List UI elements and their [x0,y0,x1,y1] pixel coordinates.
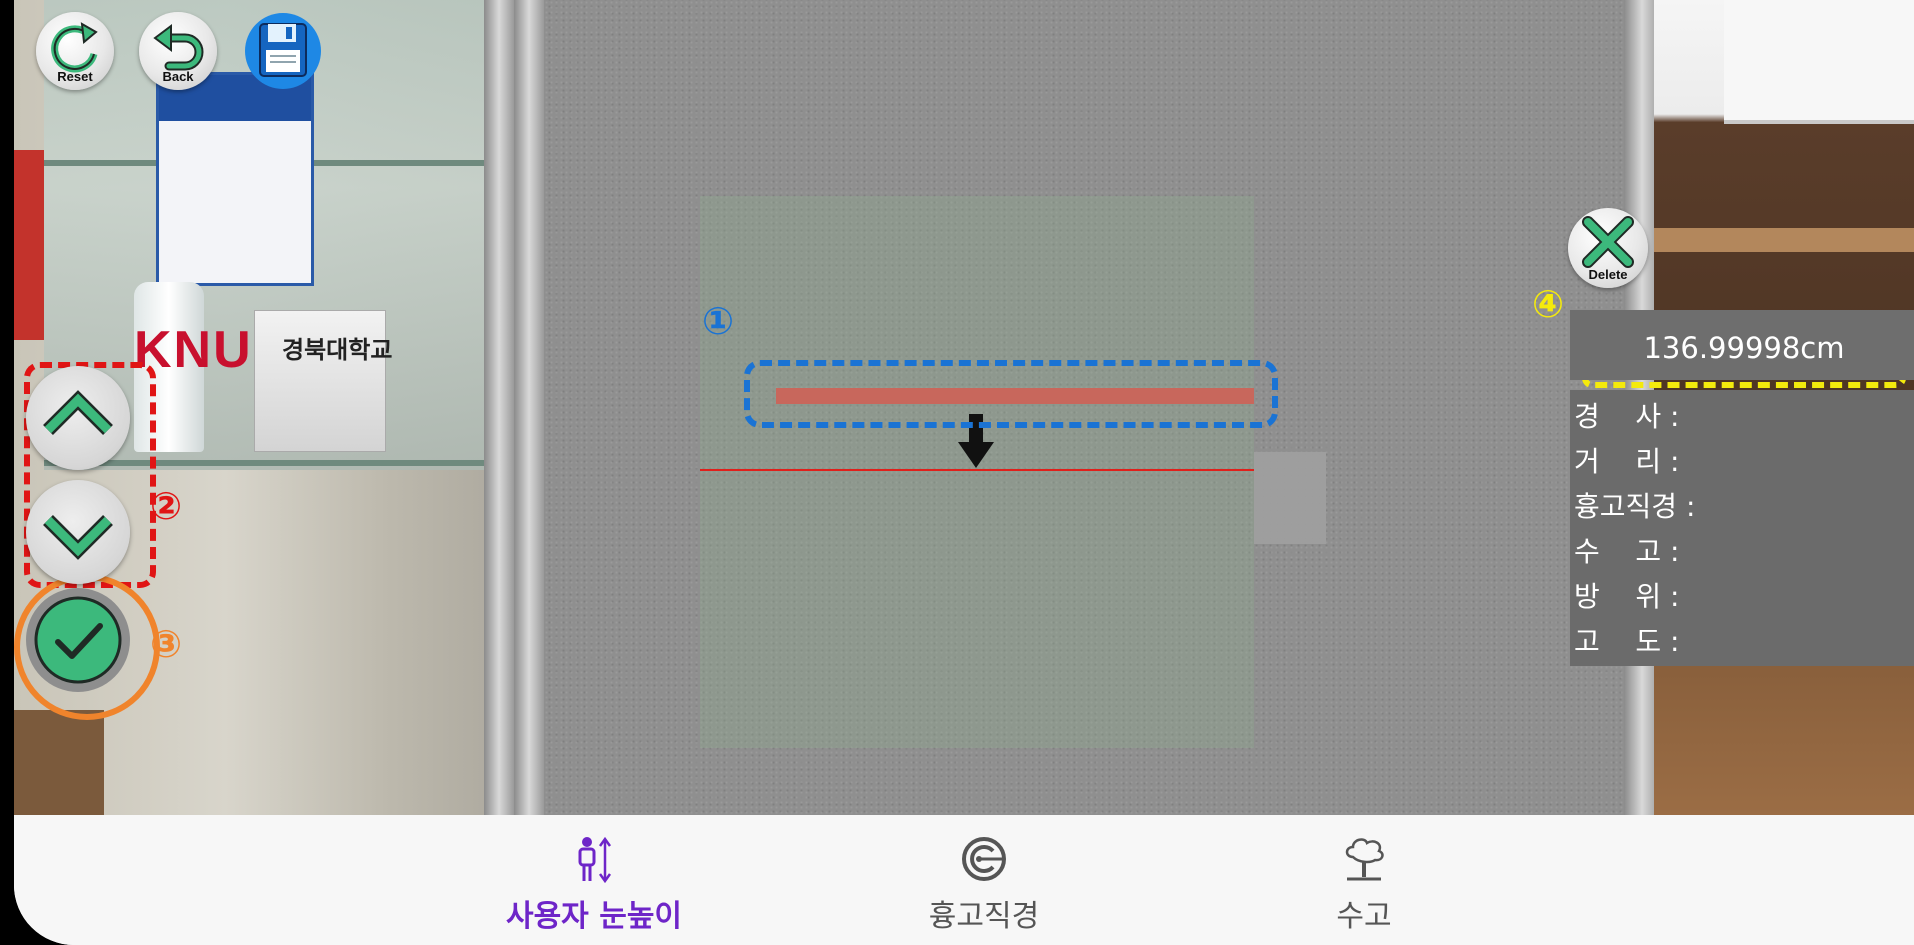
nav-label-tree-height: 수고 [1336,899,1392,934]
reference-line [700,469,1254,471]
info-row-dbh: 흉고직경 : [1574,490,1696,523]
annotation-marker-4: ④ [1532,282,1565,326]
move-down-button[interactable] [26,480,130,584]
bottom-navigation: 사용자 눈높이 흉고직경 수고 [14,815,1914,945]
chevron-down-icon [43,515,113,560]
delete-button[interactable]: Delete [1568,208,1648,288]
chevron-up-icon [43,390,113,435]
back-label: Back [162,69,194,84]
confirm-button[interactable] [26,588,130,692]
safety-poster [156,72,314,286]
check-circle-icon [34,596,122,684]
camera-view: KNU 경북대학교 ① ② ③ ④ Reset Back Delete 136.… [14,0,1914,815]
background-red-tag [14,150,44,340]
info-row-distance: 거 리 : [1574,445,1680,478]
info-row-slope: 경 사 : [1574,400,1680,433]
trunk-diameter-icon [962,837,1006,881]
nav-item-user-eye-height[interactable]: 사용자 눈높이 [454,815,734,945]
annotation-marker-1: ① [702,299,735,343]
app-screen: KNU 경북대학교 ① ② ③ ④ Reset Back Delete 136.… [14,0,1914,945]
measurement-value: 136.99998cm [1643,331,1845,365]
background-cabinet [14,710,104,815]
info-row-azimuth: 방 위 : [1574,580,1680,613]
person-height-icon [578,836,612,883]
ar-target-square [700,196,1254,748]
nav-label-dbh: 흉고직경 [928,899,1040,934]
ar-side-marker [1254,452,1326,544]
nav-item-dbh[interactable]: 흉고직경 [854,815,1114,945]
nav-label-user-eye-height: 사용자 눈높이 [505,899,683,934]
move-up-button[interactable] [26,366,130,470]
nav-item-tree-height[interactable]: 수고 [1234,815,1494,945]
save-button[interactable] [244,12,322,90]
floppy-disk-icon [245,13,321,89]
annotation-marker-2: ② [150,484,183,528]
back-button[interactable]: Back [139,12,217,90]
reset-button[interactable]: Reset [36,12,114,90]
partition-frame [484,0,514,815]
delete-label: Delete [1588,267,1628,282]
reset-label: Reset [57,69,93,84]
info-row-altitude: 고 도 : [1574,625,1680,658]
background-whiteboard [1724,0,1914,124]
background-shelf [1654,228,1914,252]
partition-frame [514,0,544,815]
university-sign-text: 경북대학교 [282,336,393,364]
tree-icon [1345,838,1384,881]
info-panel: 경 사 : 거 리 : 흉고직경 : 수 고 : 방 위 : 고 도 : [1570,390,1914,666]
annotation-box-1 [744,360,1278,428]
info-row-tree-height: 수 고 : [1574,535,1680,568]
annotation-marker-3: ③ [150,622,183,666]
